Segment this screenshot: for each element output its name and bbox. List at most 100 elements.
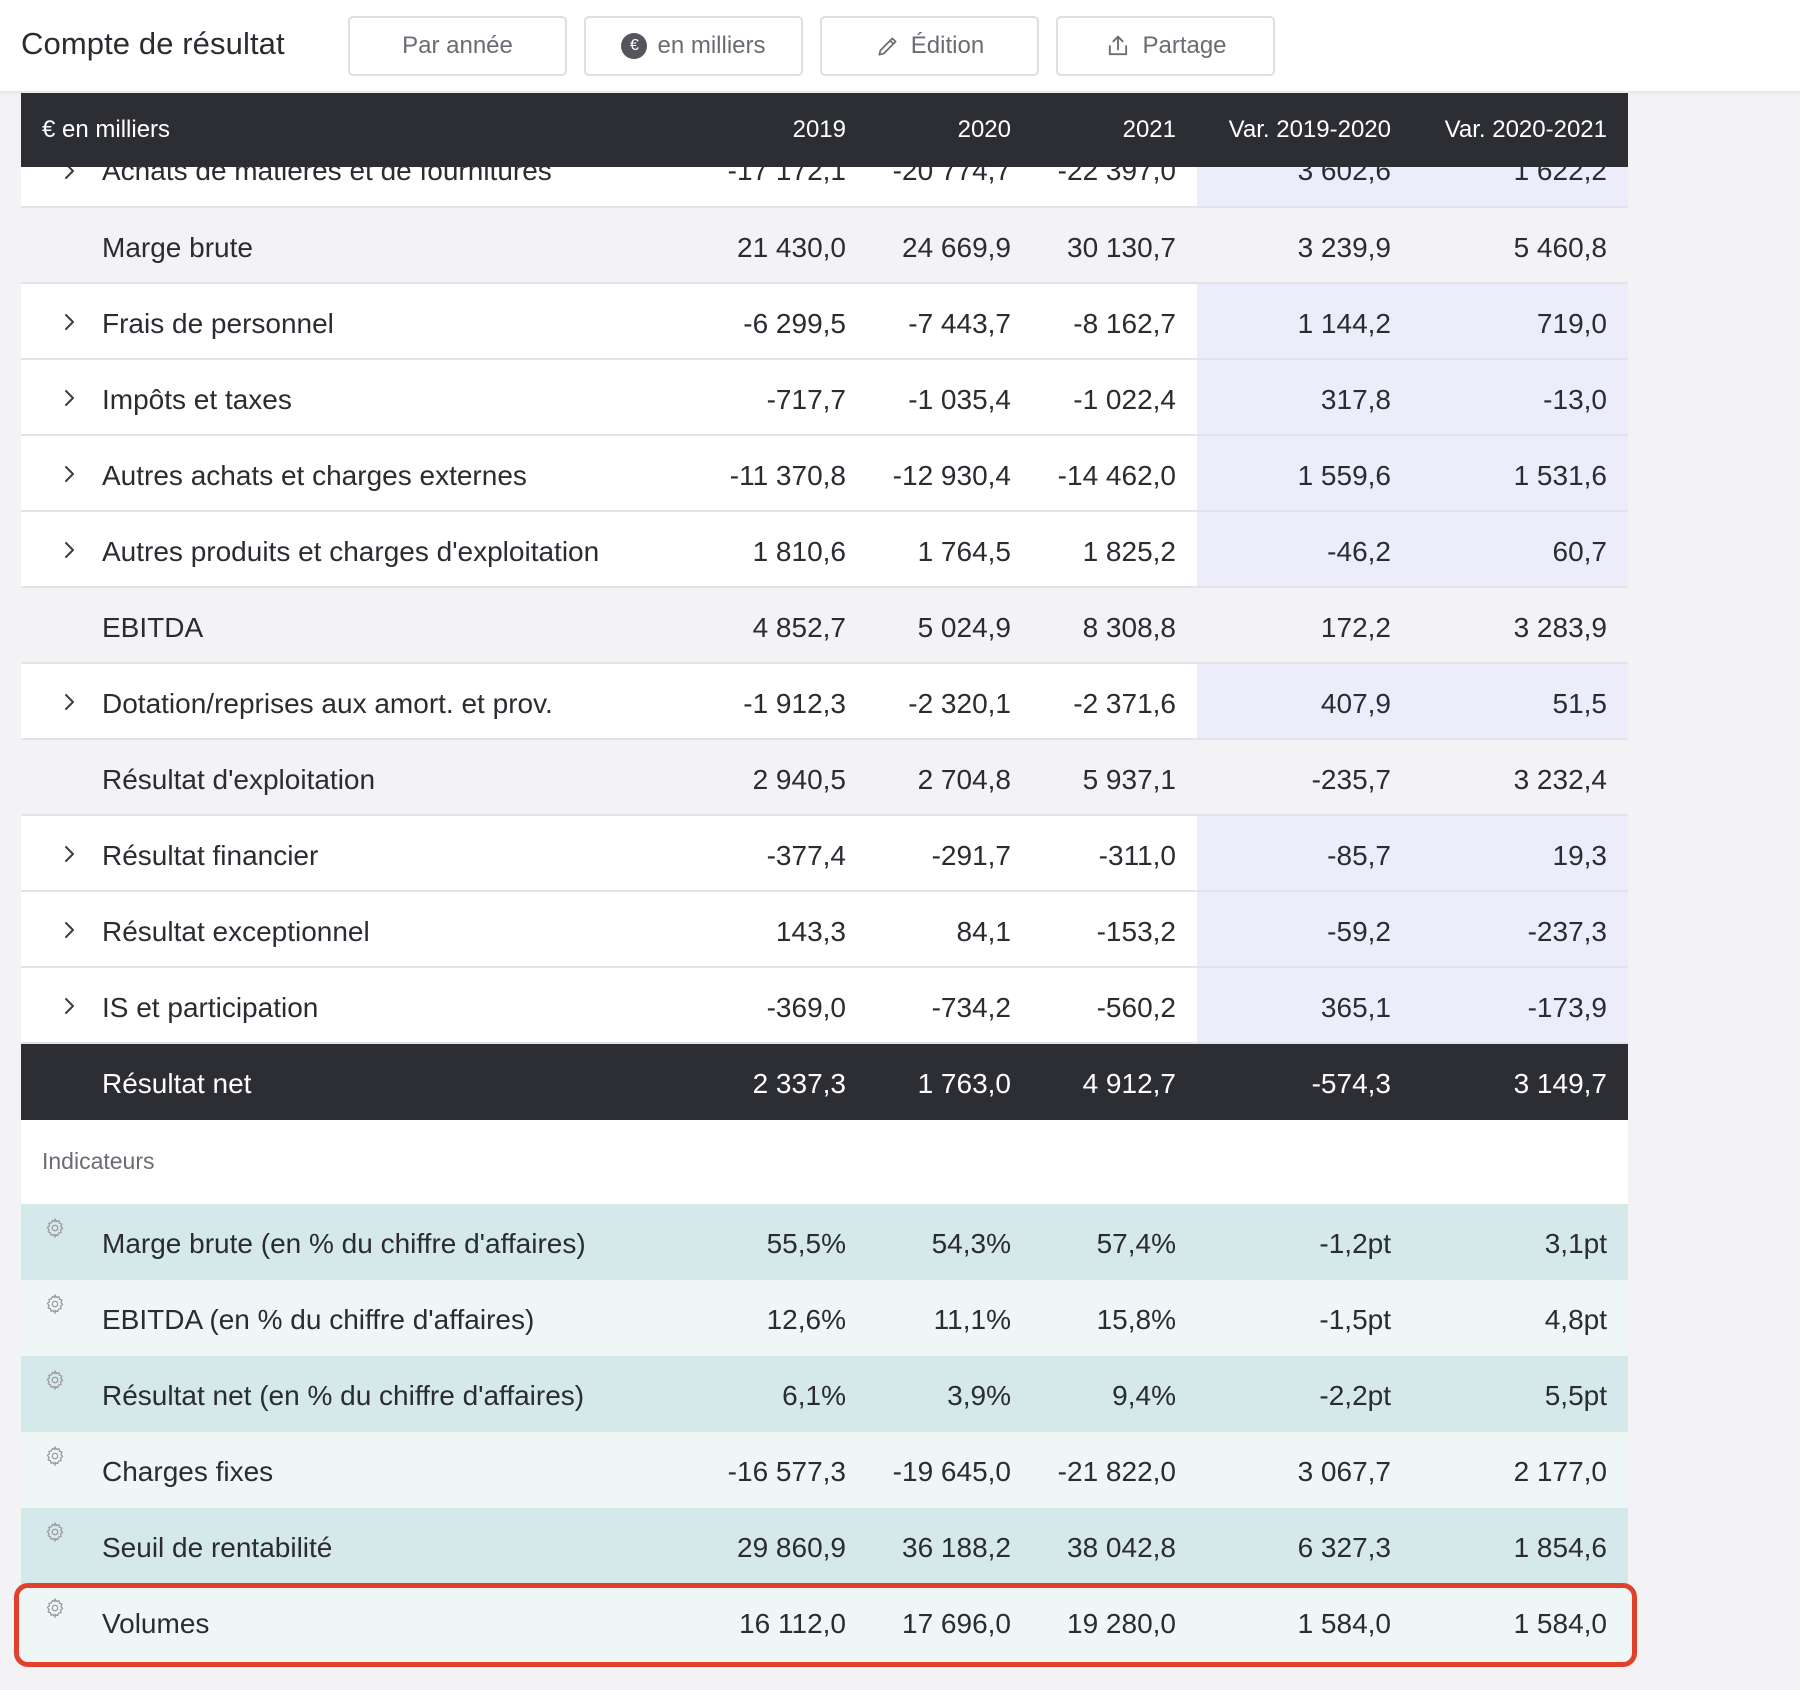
period-selector-button[interactable]: Par année bbox=[348, 16, 567, 76]
gear-icon[interactable] bbox=[44, 1290, 66, 1315]
indicator-row: Seuil de rentabilité 29 860,9 36 188,2 38 0… bbox=[21, 1508, 1628, 1584]
table-row[interactable]: Impôts et taxes -717,7 -1 035,4 -1 022,4 317… bbox=[21, 360, 1628, 436]
value-var-2019-2020: -1,2pt bbox=[1319, 1228, 1391, 1259]
gear-icon[interactable] bbox=[44, 1518, 66, 1543]
value-var-2020-2021: 3 232,4 bbox=[1513, 764, 1607, 795]
value-2019: -6 299,5 bbox=[743, 308, 846, 339]
value-var-2020-2021: 3 283,9 bbox=[1513, 612, 1607, 643]
value-var-2020-2021: 2 177,0 bbox=[1513, 1456, 1607, 1487]
share-button[interactable]: Partage bbox=[1056, 16, 1275, 76]
gear-icon[interactable] bbox=[44, 1366, 66, 1391]
value-2021: -8 162,7 bbox=[1073, 308, 1176, 339]
chevron-right-icon[interactable] bbox=[55, 536, 83, 564]
gear-icon[interactable] bbox=[44, 1442, 66, 1467]
row-label: Autres produits et charges d'exploitatio… bbox=[102, 536, 600, 567]
currency-label: en milliers bbox=[657, 32, 766, 59]
value-var-2020-2021: 3 149,7 bbox=[1513, 1068, 1607, 1099]
edit-label: Édition bbox=[910, 32, 985, 59]
value-var-2019-2020: -235,7 bbox=[1311, 764, 1391, 795]
value-2021: -2 371,6 bbox=[1073, 688, 1176, 719]
value-var-2019-2020: -574,3 bbox=[1311, 1068, 1391, 1099]
value-var-2019-2020: 365,1 bbox=[1320, 992, 1391, 1023]
edit-button[interactable]: Édition bbox=[820, 16, 1039, 76]
value-var-2020-2021: 1 854,6 bbox=[1513, 1532, 1607, 1563]
chevron-right-icon[interactable] bbox=[55, 308, 83, 336]
currency-unit-button[interactable]: € en milliers bbox=[584, 16, 803, 76]
indicator-row: Charges fixes -16 577,3 -19 645,0 -21 822,0… bbox=[21, 1432, 1628, 1508]
indicator-label: Résultat net (en % du chiffre d'affaires… bbox=[102, 1380, 585, 1411]
indicator-label: Volumes bbox=[102, 1608, 210, 1639]
chevron-right-icon[interactable] bbox=[55, 460, 83, 488]
value-2021: 30 130,7 bbox=[1067, 232, 1176, 263]
value-var-2019-2020: -85,7 bbox=[1327, 840, 1391, 871]
value-2019: 12,6% bbox=[766, 1304, 846, 1335]
value-2019: 55,5% bbox=[766, 1228, 846, 1259]
indicator-label: EBITDA (en % du chiffre d'affaires) bbox=[102, 1304, 535, 1335]
value-var-2020-2021: -13,0 bbox=[1543, 384, 1607, 415]
value-var-2019-2020: -1,5pt bbox=[1319, 1304, 1391, 1335]
row-label: Résultat exceptionnel bbox=[102, 916, 370, 947]
header-2020: 2020 bbox=[957, 116, 1011, 143]
table-row[interactable]: IS et participation -369,0 -734,2 -560,2 365… bbox=[21, 968, 1628, 1044]
table-row[interactable]: Frais de personnel -6 299,5 -7 443,7 -8 162… bbox=[21, 284, 1628, 360]
upload-share-icon bbox=[1104, 32, 1132, 60]
value-2020: 36 188,2 bbox=[902, 1532, 1011, 1563]
table-row[interactable]: Autres produits et charges d'exploitatio… bbox=[21, 512, 1628, 588]
table-row[interactable]: Achats de matières et de fournitures -17 … bbox=[21, 155, 1628, 208]
value-2020: 84,1 bbox=[956, 916, 1012, 947]
gear-icon[interactable] bbox=[44, 1214, 66, 1239]
value-var-2020-2021: -173,9 bbox=[1527, 992, 1607, 1023]
row-label: Résultat financier bbox=[102, 840, 319, 871]
value-2019: 16 112,0 bbox=[739, 1608, 846, 1639]
value-2021: -14 462,0 bbox=[1057, 460, 1176, 491]
indicators-section-title: Indicateurs bbox=[21, 1120, 1628, 1204]
value-2021: 1 825,2 bbox=[1082, 536, 1176, 567]
value-2020: 5 024,9 bbox=[917, 612, 1011, 643]
indicator-label: Seuil de rentabilité bbox=[102, 1532, 333, 1563]
value-2020: -291,7 bbox=[931, 840, 1011, 871]
period-label: Par année bbox=[402, 32, 513, 59]
value-2019: 29 860,9 bbox=[737, 1532, 846, 1563]
value-var-2020-2021: -237,3 bbox=[1527, 916, 1607, 947]
value-var-2020-2021: 4,8pt bbox=[1544, 1304, 1607, 1335]
value-2021: -21 822,0 bbox=[1057, 1456, 1176, 1487]
header-2021: 2021 bbox=[1122, 116, 1176, 143]
value-2020: 11,1% bbox=[933, 1304, 1011, 1335]
table-row[interactable]: Dotation/reprises aux amort. et prov. -1 … bbox=[21, 664, 1628, 740]
value-var-2019-2020: 1 144,2 bbox=[1297, 308, 1391, 339]
value-var-2019-2020: 317,8 bbox=[1320, 384, 1391, 415]
row-label: Frais de personnel bbox=[102, 308, 334, 339]
chevron-right-icon[interactable] bbox=[55, 916, 83, 944]
gear-icon[interactable] bbox=[44, 1594, 66, 1619]
value-var-2020-2021: 5 460,8 bbox=[1513, 232, 1607, 263]
share-label: Partage bbox=[1142, 32, 1227, 59]
table-row[interactable]: Autres achats et charges externes -11 370… bbox=[21, 436, 1628, 512]
value-2020: 3,9% bbox=[947, 1380, 1011, 1411]
value-var-2019-2020: -59,2 bbox=[1327, 916, 1391, 947]
value-2020: 24 669,9 bbox=[902, 232, 1011, 263]
indicator-row: Résultat net (en % du chiffre d'affaires… bbox=[21, 1356, 1628, 1432]
chevron-right-icon[interactable] bbox=[55, 688, 83, 716]
value-var-2020-2021: 1 531,6 bbox=[1513, 460, 1607, 491]
table-row[interactable]: Résultat financier -377,4 -291,7 -311,0 -85,… bbox=[21, 816, 1628, 892]
value-2021: -153,2 bbox=[1096, 916, 1176, 947]
value-2020: 1 764,5 bbox=[917, 536, 1011, 567]
table-row[interactable]: Résultat exceptionnel 143,3 84,1 -153,2 -59,… bbox=[21, 892, 1628, 968]
value-2020: -19 645,0 bbox=[892, 1456, 1011, 1487]
value-2019: -369,0 bbox=[766, 992, 846, 1023]
value-var-2020-2021: 3,1pt bbox=[1544, 1228, 1607, 1259]
value-2020: 17 696,0 bbox=[902, 1608, 1011, 1639]
value-2019: 4 852,7 bbox=[752, 612, 846, 643]
value-2021: 8 308,8 bbox=[1082, 612, 1176, 643]
value-var-2019-2020: 1 559,6 bbox=[1297, 460, 1391, 491]
pencil-icon bbox=[875, 33, 901, 59]
value-2019: 21 430,0 bbox=[737, 232, 846, 263]
value-var-2020-2021: 1 584,0 bbox=[1513, 1608, 1607, 1639]
row-label: Dotation/reprises aux amort. et prov. bbox=[102, 688, 553, 719]
value-var-2020-2021: 719,0 bbox=[1536, 308, 1607, 339]
chevron-right-icon[interactable] bbox=[55, 384, 83, 412]
chevron-right-icon[interactable] bbox=[55, 992, 83, 1020]
value-2019: -377,4 bbox=[766, 840, 846, 871]
chevron-right-icon[interactable] bbox=[55, 840, 83, 868]
table-row: Marge brute 21 430,0 24 669,9 30 130,7 3 239… bbox=[21, 208, 1628, 284]
